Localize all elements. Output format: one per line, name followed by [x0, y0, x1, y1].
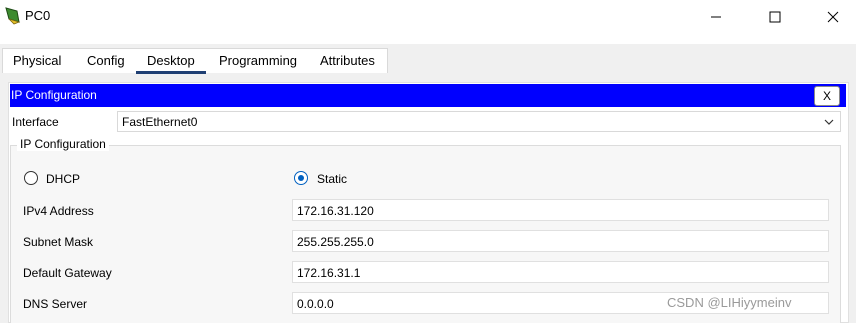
interface-select[interactable]: [117, 111, 841, 132]
window-title: PC0: [25, 8, 51, 23]
group-title: IP Configuration: [17, 137, 109, 151]
ipv4-address-value: 172.16.31.120: [297, 204, 374, 218]
pc-app-icon: [5, 7, 21, 25]
default-gateway-value: 172.16.31.1: [297, 266, 361, 280]
dhcp-radio[interactable]: [24, 171, 38, 185]
dns-server-value: 0.0.0.0: [297, 297, 334, 311]
watermark: CSDN @LIHiyymeinv: [667, 295, 792, 310]
default-gateway-label: Default Gateway: [23, 266, 112, 280]
close-panel-button[interactable]: X: [814, 86, 840, 106]
tab-config[interactable]: Config: [87, 53, 125, 68]
static-radio[interactable]: [294, 171, 308, 185]
chevron-down-icon[interactable]: [822, 116, 836, 128]
tab-desktop[interactable]: Desktop: [147, 53, 195, 68]
minimize-button[interactable]: [693, 0, 739, 33]
title-bar: PC0: [0, 0, 856, 33]
default-gateway-input[interactable]: [292, 261, 829, 283]
interface-value: FastEthernet0: [122, 115, 198, 129]
ip-config-header: [10, 84, 846, 107]
close-window-button[interactable]: [810, 0, 856, 33]
tab-physical[interactable]: Physical: [13, 53, 61, 68]
maximize-icon: [769, 11, 781, 22]
dhcp-label[interactable]: DHCP: [46, 172, 80, 186]
dns-server-label: DNS Server: [23, 297, 88, 311]
tab-programming[interactable]: Programming: [219, 53, 297, 68]
static-label[interactable]: Static: [317, 172, 347, 186]
subnet-mask-value: 255.255.255.0: [297, 235, 374, 249]
subnet-mask-label: Subnet Mask: [23, 235, 94, 249]
close-icon: [827, 11, 839, 22]
maximize-button[interactable]: [752, 0, 798, 33]
ipv4-address-label: IPv4 Address: [23, 204, 94, 218]
ip-config-title: IP Configuration: [11, 88, 97, 102]
tab-attributes[interactable]: Attributes: [320, 53, 375, 68]
interface-label: Interface: [12, 115, 59, 129]
minimize-icon: [711, 16, 721, 17]
